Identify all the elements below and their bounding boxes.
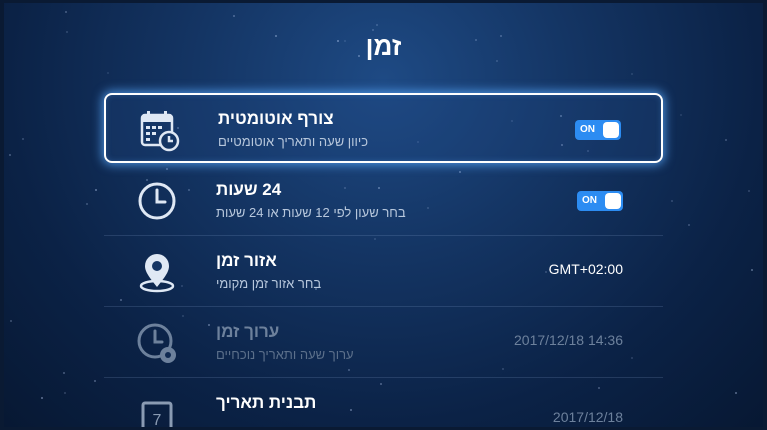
page-title: זמן — [365, 31, 402, 61]
settings-screen: זמן צורף אוטומטית כיוון שעה ותאריך אוטומ… — [4, 3, 763, 427]
star — [22, 138, 24, 140]
star — [680, 114, 682, 116]
setting-subtitle: בחר שעון לפי 12 שעות או 24 שעות — [216, 205, 406, 220]
star — [86, 203, 88, 205]
star — [64, 392, 66, 394]
24-hour-toggle[interactable]: ON — [577, 191, 623, 211]
star — [748, 190, 750, 192]
setting-title: תבנית תאריך — [216, 393, 317, 412]
location-pin-icon — [134, 249, 180, 295]
setting-row-time-zone[interactable]: אזור זמן בחר אזור זמן מקומי GMT+02:00 — [104, 237, 663, 307]
setting-row-24-hour[interactable]: 24 שעות בחר שעון לפי 12 שעות או 24 שעות … — [104, 166, 663, 236]
star — [65, 11, 67, 13]
star — [9, 154, 11, 156]
date-format-value: 2017/12/18 — [552, 409, 623, 425]
calendar-clock-icon — [136, 107, 182, 153]
star — [63, 372, 65, 374]
star — [107, 72, 109, 74]
star — [725, 139, 727, 141]
setting-title: 24 שעות — [216, 180, 282, 199]
current-datetime-value: 2017/12/18 14:36 — [514, 332, 623, 348]
star — [688, 224, 690, 226]
toggle-knob — [603, 122, 619, 138]
clock-gear-icon — [134, 320, 180, 366]
toggle-state-label: ON — [582, 195, 597, 206]
star — [735, 392, 737, 394]
clock-icon — [134, 178, 180, 224]
setting-subtitle: בחר אזור זמן מקומי — [216, 276, 322, 291]
star — [10, 320, 12, 322]
star — [376, 24, 378, 26]
star — [751, 269, 753, 271]
setting-title: צורף אוטומטית — [218, 109, 334, 128]
star — [233, 15, 235, 17]
setting-subtitle: כיוון שעה ותאריך אוטומטיים — [218, 134, 369, 149]
setting-row-automatic-time[interactable]: צורף אוטומטית כיוון שעה ותאריך אוטומטיים… — [104, 93, 663, 163]
setting-row-date-format[interactable]: 7 תבנית תאריך 2017/12/18 — [104, 379, 663, 427]
time-zone-value: GMT+02:00 — [548, 261, 623, 277]
setting-subtitle: ערוך שעה ותאריך נוכחיים — [216, 347, 354, 362]
automatic-time-toggle[interactable]: ON — [575, 120, 621, 140]
toggle-state-label: ON — [580, 124, 595, 135]
calendar-date-icon: 7 — [134, 391, 180, 427]
star — [631, 73, 633, 75]
calendar-day-number: 7 — [153, 412, 162, 427]
star — [41, 397, 43, 399]
star — [95, 189, 97, 191]
toggle-knob — [605, 193, 621, 209]
setting-title: אזור זמן — [216, 251, 277, 270]
setting-title: ערוך זמן — [216, 322, 280, 341]
star — [671, 200, 673, 202]
star — [94, 380, 96, 382]
setting-row-edit-time[interactable]: ערוך זמן ערוך שעה ותאריך נוכחיים 2017/12… — [104, 308, 663, 378]
